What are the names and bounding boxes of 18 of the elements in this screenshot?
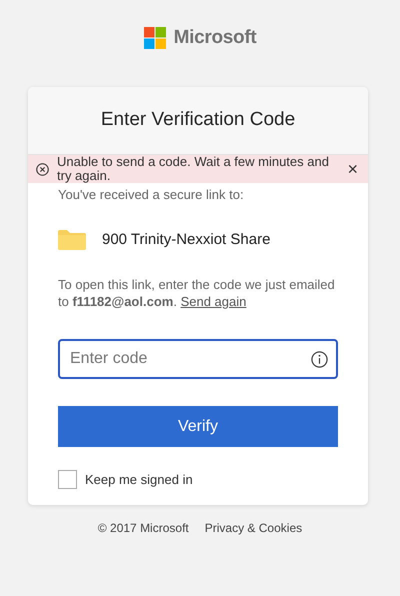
verify-button[interactable]: Verify	[58, 406, 338, 447]
keep-signed-in-label[interactable]: Keep me signed in	[85, 470, 193, 490]
folder-icon	[58, 230, 86, 250]
error-icon	[36, 162, 49, 176]
info-icon[interactable]	[311, 351, 328, 368]
shared-item-name: 900 Trinity-Nexxiot Share	[102, 230, 270, 250]
send-again-link[interactable]: Send again	[180, 294, 246, 309]
microsoft-logo-icon	[144, 27, 166, 49]
intro-text: You've received a secure link to:	[58, 186, 245, 204]
card-title: Enter Verification Code	[100, 108, 296, 132]
code-field[interactable]: Enter code	[58, 339, 338, 379]
keep-signed-in-checkbox[interactable]	[58, 470, 77, 490]
close-button[interactable]: ×	[347, 160, 358, 178]
privacy-link[interactable]: Privacy & Cookies	[204, 519, 302, 537]
instructions-text: To open this link, enter the code we just emailed to f11182@aol.com. Send again	[58, 276, 336, 310]
error-message: Unable to send a code. Wait a few minutes and try again.	[57, 155, 330, 183]
brand-name: Microsoft	[174, 27, 256, 49]
copyright-text: © 2017 Microsoft	[98, 520, 189, 537]
